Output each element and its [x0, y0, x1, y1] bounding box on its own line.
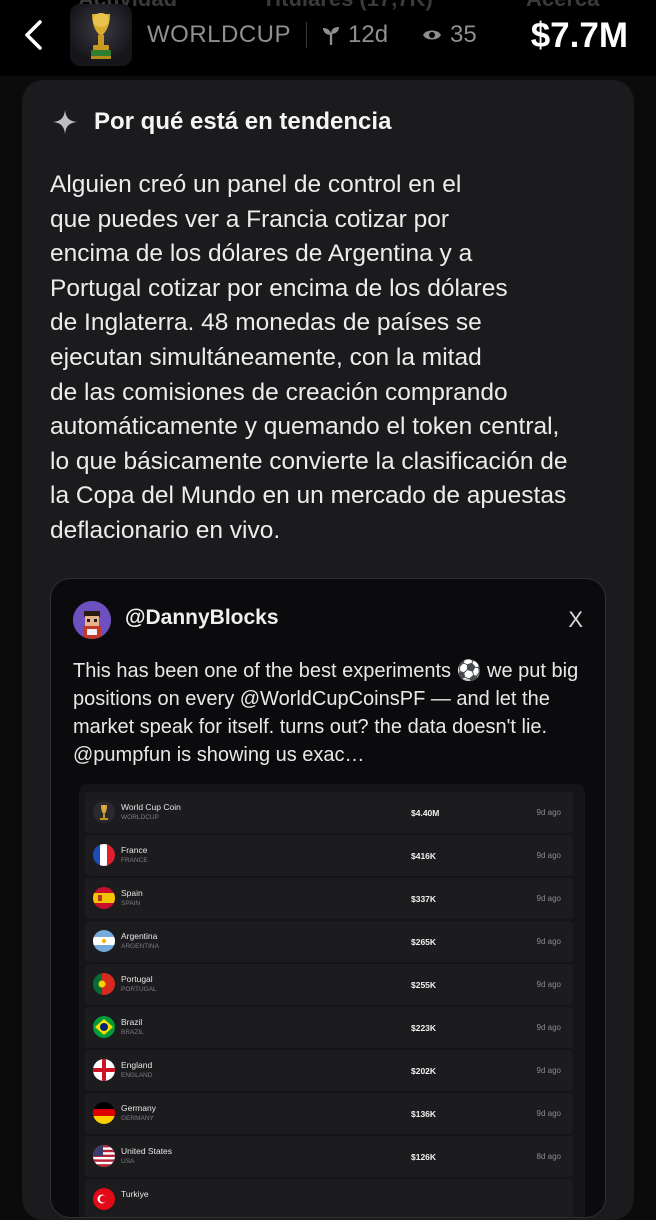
coin-market-cap: $265K	[411, 937, 437, 947]
coin-name: Spain	[121, 888, 143, 898]
coin-row[interactable]: Brazil BRAZIL $223K 9d ago	[85, 1007, 573, 1048]
token-logo[interactable]	[70, 4, 132, 66]
tab-about-ghost: Acerca	[526, 0, 599, 12]
token-age-value: 12d	[348, 21, 389, 48]
france-flag-icon	[93, 844, 115, 866]
trending-body: Alguien creó un panel de control en el q…	[50, 171, 568, 544]
coin-symbol: BRAZIL	[121, 1029, 144, 1036]
coin-age: 9d ago	[536, 1066, 561, 1075]
divider	[306, 22, 307, 48]
viewer-count: 35	[422, 21, 477, 49]
brazil-flag-icon	[93, 1016, 115, 1038]
embedded-tweet[interactable]: @DannyBlocks X This has been one of the …	[50, 578, 606, 1218]
germany-flag-icon	[93, 1102, 115, 1124]
coin-symbol: GERMANY	[121, 1115, 154, 1122]
coin-symbol: ENGLAND	[121, 1072, 153, 1079]
top-bar: Actividad Titulares (17,7K) Acerca WORLD…	[0, 0, 656, 76]
argentina-flag-icon	[93, 930, 115, 952]
viewer-count-value: 35	[450, 21, 477, 48]
coin-name: Portugal	[121, 974, 153, 984]
coin-market-cap: $223K	[411, 1023, 437, 1033]
coin-name: Brazil	[121, 1017, 143, 1027]
trophy-flag-icon	[93, 801, 115, 823]
coin-age: 9d ago	[536, 851, 561, 860]
coin-symbol: USA	[121, 1158, 135, 1165]
coin-row[interactable]: World Cup Coin WORLDCUP $4.40M 9d ago	[85, 792, 573, 833]
tweet-image-coin-table[interactable]: World Cup Coin WORLDCUP $4.40M 9d ago France…	[79, 784, 585, 1217]
coin-age: 9d ago	[536, 980, 561, 989]
coin-name: United States	[121, 1146, 173, 1156]
coin-symbol: WORLDCUP	[121, 814, 159, 821]
coin-market-cap: $4.40M	[411, 808, 440, 818]
coin-symbol: SPAIN	[121, 900, 141, 907]
tweet-text: This has been one of the best experiment…	[73, 660, 579, 766]
spain-flag-icon	[93, 887, 115, 909]
england-flag-icon	[93, 1059, 115, 1081]
coin-row[interactable]: Spain SPAIN $337K 9d ago	[85, 878, 573, 919]
turkey-flag-icon	[93, 1188, 115, 1210]
tweet-handle[interactable]: @DannyBlocks	[125, 606, 279, 630]
coin-row[interactable]: Portugal PORTUGAL $255K 9d ago	[85, 964, 573, 1005]
coin-market-cap: $255K	[411, 980, 437, 990]
coin-age: 9d ago	[536, 808, 561, 817]
coin-name: Germany	[121, 1103, 156, 1113]
pixel-avatar-icon	[73, 601, 111, 639]
token-ticker: WORLDCUP	[147, 21, 292, 48]
coin-age: 9d ago	[536, 937, 561, 946]
trophy-icon	[91, 13, 111, 59]
avatar[interactable]	[73, 601, 111, 639]
eye-icon	[423, 30, 441, 40]
coin-market-cap: $416K	[411, 851, 437, 861]
coin-symbol: PORTUGAL	[121, 986, 157, 993]
usa-flag-icon	[93, 1145, 115, 1167]
sparkle-icon	[53, 110, 77, 134]
trending-title: Por qué está en tendencia	[94, 108, 392, 135]
coin-row[interactable]: France FRANCE $416K 9d ago	[85, 835, 573, 876]
coin-symbol: FRANCE	[121, 857, 148, 864]
coin-symbol: ARGENTINA	[121, 943, 159, 950]
coin-age: 8d ago	[536, 1152, 561, 1161]
coin-row[interactable]: Germany GERMANY $136K 9d ago	[85, 1093, 573, 1134]
chevron-left-icon	[25, 20, 42, 50]
market-cap: $7.7M	[530, 16, 628, 55]
coin-row[interactable]: England ENGLAND $202K 9d ago	[85, 1050, 573, 1091]
coin-name: World Cup Coin	[121, 802, 181, 812]
coin-market-cap: $202K	[411, 1066, 437, 1076]
coin-name: England	[121, 1060, 153, 1070]
coin-name: Turkiye	[121, 1189, 149, 1199]
coin-age: 9d ago	[536, 1023, 561, 1032]
sprout-icon	[323, 27, 339, 45]
x-logo-icon[interactable]: X	[568, 607, 583, 633]
coin-market-cap: $136K	[411, 1109, 437, 1119]
trending-header: Por qué está en tendencia	[52, 108, 391, 136]
coin-age: 9d ago	[536, 894, 561, 903]
portugal-flag-icon	[93, 973, 115, 995]
coin-name: Argentina	[121, 931, 158, 941]
coin-market-cap: $337K	[411, 894, 437, 904]
coin-market-cap: $126K	[411, 1152, 437, 1162]
coin-name: France	[121, 845, 148, 855]
token-age: 12d	[322, 21, 388, 49]
coin-age: 9d ago	[536, 1109, 561, 1118]
coin-row[interactable]: Argentina ARGENTINA $265K 9d ago	[85, 921, 573, 962]
tab-headlines-ghost: Titulares (17,7K)	[262, 0, 433, 12]
coin-row[interactable]: United States USA $126K 8d ago	[85, 1136, 573, 1177]
back-button[interactable]	[18, 16, 52, 54]
